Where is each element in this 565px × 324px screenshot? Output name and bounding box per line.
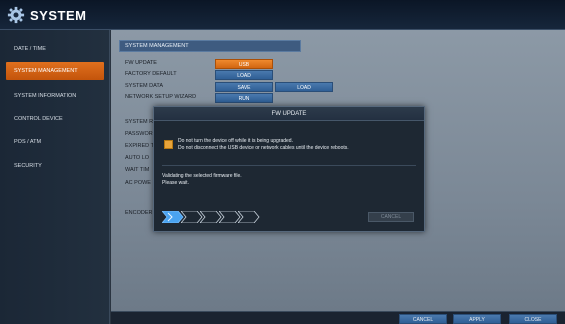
gear-icon xyxy=(7,6,25,24)
status-line-2: Please wait. xyxy=(162,180,189,186)
encoder-label: ENCODER xyxy=(125,210,153,216)
system-r-label: SYSTEM R xyxy=(125,119,154,125)
network-wizard-run-button[interactable]: RUN xyxy=(215,93,273,103)
warning-line-2: Do not disconnect the USB device or netw… xyxy=(178,145,349,151)
section-title: SYSTEM MANAGEMENT xyxy=(119,40,301,52)
sidebar-item-security[interactable]: SECURITY xyxy=(6,157,104,175)
footer-bar: CANCEL APPLY CLOSE xyxy=(111,311,565,324)
status-message: Validating the selected firmware file. P… xyxy=(162,173,242,187)
warning-text: Do not turn the device off while it is b… xyxy=(178,138,349,152)
fw-update-label: FW UPDATE xyxy=(125,60,157,66)
progress-indicator xyxy=(162,211,302,223)
close-button[interactable]: CLOSE xyxy=(509,314,557,324)
system-data-label: SYSTEM DATA xyxy=(125,83,163,89)
sidebar-item-system-management[interactable]: SYSTEM MANAGEMENT xyxy=(6,62,104,80)
system-data-save-button[interactable]: SAVE xyxy=(215,82,273,92)
page-title: SYSTEM xyxy=(30,8,87,23)
cancel-button[interactable]: CANCEL xyxy=(399,314,447,324)
fw-update-dialog: FW UPDATE Do not turn the device off whi… xyxy=(153,106,425,232)
dialog-title: FW UPDATE xyxy=(154,107,424,121)
factory-default-load-button[interactable]: LOAD xyxy=(215,70,273,80)
apply-button[interactable]: APPLY xyxy=(453,314,501,324)
warning-line-1: Do not turn the device off while it is b… xyxy=(178,138,293,144)
sidebar-item-system-information[interactable]: SYSTEM INFORMATION xyxy=(6,87,104,105)
system-data-load-button[interactable]: LOAD xyxy=(275,82,333,92)
divider xyxy=(162,165,416,166)
password-label: PASSWOR xyxy=(125,131,153,137)
network-wizard-label: NETWORK SETUP WIZARD xyxy=(125,94,197,100)
status-line-1: Validating the selected firmware file. xyxy=(162,173,242,179)
expired-label: EXPIRED T xyxy=(125,143,154,149)
sidebar-item-date-time[interactable]: DATE / TIME xyxy=(6,40,104,58)
sidebar-item-pos-atm[interactable]: POS / ATM xyxy=(6,133,104,151)
ac-power-label: AC POWE xyxy=(125,180,151,186)
auto-logout-label: AUTO LO xyxy=(125,155,150,161)
factory-default-label: FACTORY DEFAULT xyxy=(125,71,177,77)
sidebar: DATE / TIME SYSTEM MANAGEMENT SYSTEM INF… xyxy=(0,30,110,324)
dialog-cancel-button[interactable]: CANCEL xyxy=(368,212,414,222)
warning-icon xyxy=(164,140,173,149)
wait-time-label: WAIT TIM xyxy=(125,167,150,173)
sidebar-item-control-device[interactable]: CONTROL DEVICE xyxy=(6,110,104,128)
title-bar: SYSTEM xyxy=(0,0,565,30)
progress-step xyxy=(238,211,260,223)
fw-update-usb-button[interactable]: USB xyxy=(215,59,273,69)
